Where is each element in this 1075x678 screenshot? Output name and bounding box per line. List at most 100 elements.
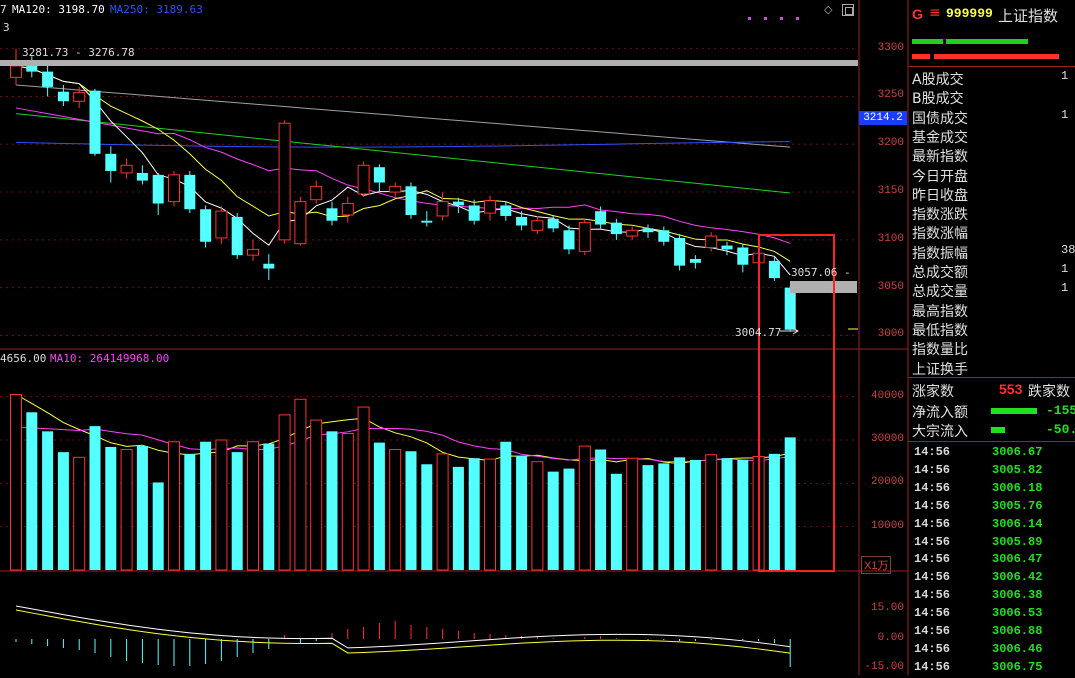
candle-body-down xyxy=(737,247,749,265)
volume-bar-down xyxy=(373,442,385,570)
tick-row[interactable]: 14:56 3006.14 xyxy=(912,517,1075,535)
net-inflow-label: 净流入额 xyxy=(912,405,968,421)
quote-value: 1 xyxy=(1061,107,1069,122)
tick-row[interactable]: 14:56 3006.75 xyxy=(912,660,1075,678)
candle-body-down xyxy=(136,172,148,181)
volume-bar-down xyxy=(674,457,686,570)
volume-bar-up xyxy=(294,398,307,571)
volume-bar-down xyxy=(200,441,212,570)
volume-bar-down xyxy=(57,452,69,570)
candle-body-up xyxy=(705,235,718,249)
tick-time: 14:56 xyxy=(914,516,951,531)
tick-price: 3006.53 xyxy=(992,606,1043,621)
volume-bar-down xyxy=(184,453,196,570)
candle-body-down xyxy=(89,90,101,154)
candle-body-down xyxy=(563,230,575,250)
volume-bar-down xyxy=(737,459,749,570)
volume-bar-down xyxy=(89,426,101,570)
block-inflow-label: 大宗流入 xyxy=(912,424,968,440)
volume-bar-down xyxy=(689,459,701,570)
tick-row[interactable]: 14:56 3005.76 xyxy=(912,499,1075,517)
volume-bar-down xyxy=(595,449,607,570)
volume-bar-down xyxy=(547,471,559,570)
volume-tick-label: 10000 xyxy=(870,519,904,532)
quote-value: 1 xyxy=(1061,281,1069,296)
panel-sep-3 xyxy=(908,441,1075,442)
price-tick-label: 3200 xyxy=(877,137,904,150)
stock-terminal: 7 MA120: 3198.70 MA250: 3189.63 3 ◇ 3281… xyxy=(0,0,1075,675)
volume-bar-down xyxy=(768,453,780,570)
volume-bar-up xyxy=(389,449,402,571)
quote-label: 总成交额 xyxy=(912,265,968,281)
tick-price: 3005.76 xyxy=(992,498,1043,513)
candle-body-up xyxy=(484,200,496,214)
tick-price: 3006.42 xyxy=(992,570,1043,585)
volume-bar-up xyxy=(278,414,291,571)
candle-body-down xyxy=(642,228,654,233)
volume-tick-label: 30000 xyxy=(870,433,904,445)
tick-time: 14:56 xyxy=(914,659,951,674)
volume-ma10-label: MA10: 264149968.00 xyxy=(50,352,170,365)
volume-unit-label[interactable]: X1万 xyxy=(861,556,892,574)
tick-row[interactable]: 14:56 3006.38 xyxy=(912,588,1075,606)
price-tick-label: 3300 xyxy=(877,41,904,54)
tick-row[interactable]: 14:56 3006.47 xyxy=(912,552,1075,570)
tick-time: 14:56 xyxy=(914,534,951,549)
menu-icon[interactable]: ≡ xyxy=(929,5,941,21)
range-annotation: 3281.73 - 3276.78 xyxy=(22,46,135,59)
candle-body-down xyxy=(452,201,464,206)
candle-body-up xyxy=(168,174,180,203)
block-inflow-bar xyxy=(991,427,1005,433)
g-badge[interactable]: G xyxy=(912,6,923,22)
volume-bar-up xyxy=(357,406,370,571)
volume-bar-down xyxy=(26,412,38,570)
diamond-icon[interactable]: ◇ xyxy=(824,4,835,15)
volume-bar-up xyxy=(436,453,449,571)
candle-body-down xyxy=(42,71,54,87)
volume-bar-down xyxy=(721,458,733,570)
price-tick-label: 3250 xyxy=(877,89,904,102)
candle-body-down xyxy=(547,218,559,229)
tick-row[interactable]: 14:56 3006.53 xyxy=(912,606,1075,624)
tick-row[interactable]: 14:56 3006.67 xyxy=(912,445,1075,463)
volume-header-left: 4656.00 xyxy=(0,352,47,365)
volume-bar-up xyxy=(215,439,228,571)
high-annotation: 3057.06 - 30 xyxy=(791,266,857,279)
quote-value: 1 xyxy=(1061,262,1069,276)
candle-body-down xyxy=(57,91,69,102)
tick-price: 3006.18 xyxy=(992,480,1043,495)
price-tick-label: 3000 xyxy=(877,328,904,341)
ma250-label: MA250: 3189.63 xyxy=(110,3,203,16)
candle-body-down xyxy=(405,186,417,215)
quote-label: 基金成交 xyxy=(912,129,968,146)
tick-price: 3005.89 xyxy=(992,534,1043,549)
tick-row[interactable]: 14:56 3006.46 xyxy=(912,642,1075,660)
net-inflow-value: -155 xyxy=(1046,403,1075,418)
net-inflow-bar xyxy=(991,408,1037,414)
header-fragment: 7 xyxy=(0,3,7,16)
candle-body-up xyxy=(310,185,323,201)
candle-body-down xyxy=(200,209,212,242)
tick-price: 3006.67 xyxy=(992,445,1043,459)
volume-bar-down xyxy=(231,452,243,570)
tick-row[interactable]: 14:56 3006.18 xyxy=(912,481,1075,499)
macd-tick-label: 0.00 xyxy=(877,632,904,644)
tick-row[interactable]: 14:56 3006.88 xyxy=(912,624,1075,642)
tick-row[interactable]: 14:56 3005.89 xyxy=(912,535,1075,553)
quote-value: 1 xyxy=(1061,69,1069,83)
rise-count-value: 553 xyxy=(999,381,1023,397)
quote-label: 指数涨幅 xyxy=(912,226,968,243)
candle-body-down xyxy=(784,287,796,330)
candle-body-down xyxy=(468,205,480,221)
quote-label: 最新指数 xyxy=(912,149,968,166)
candle-body-down xyxy=(721,245,733,250)
quote-label: 上证换手 xyxy=(912,361,968,378)
quote-label: B股成交 xyxy=(912,91,964,108)
tick-row[interactable]: 14:56 3006.42 xyxy=(912,570,1075,588)
maximize-button[interactable] xyxy=(842,4,854,16)
volume-bar-down xyxy=(784,437,796,570)
tick-time: 14:56 xyxy=(914,641,951,656)
price-tick-label: 3100 xyxy=(877,232,904,245)
quote-label: 总成交量 xyxy=(912,284,968,301)
tick-row[interactable]: 14:56 3005.82 xyxy=(912,463,1075,481)
